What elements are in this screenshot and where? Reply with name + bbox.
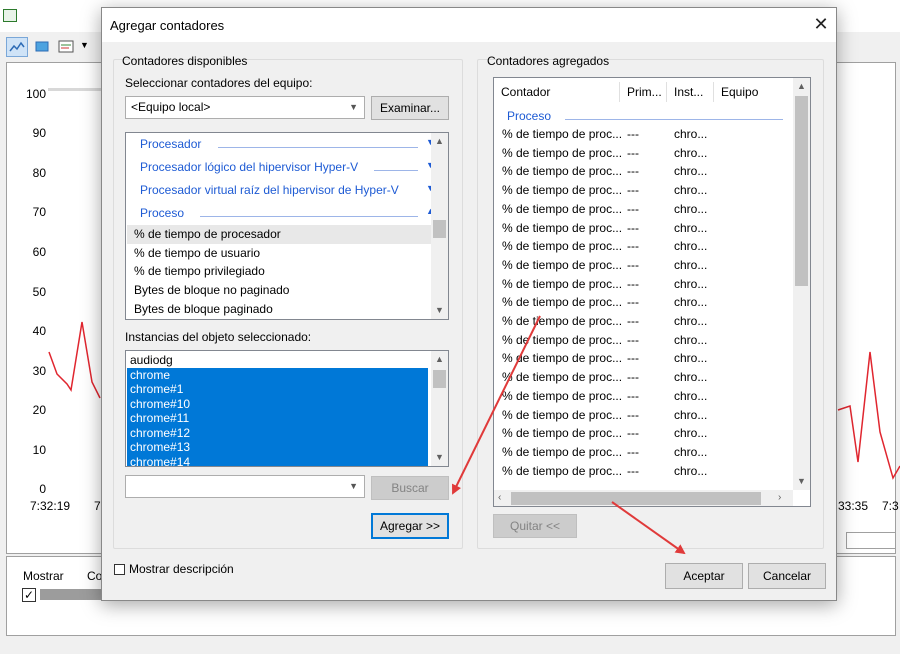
annotation-arrow xyxy=(611,501,686,555)
annotation-arrow xyxy=(452,315,541,495)
annotation-arrows xyxy=(452,315,686,555)
